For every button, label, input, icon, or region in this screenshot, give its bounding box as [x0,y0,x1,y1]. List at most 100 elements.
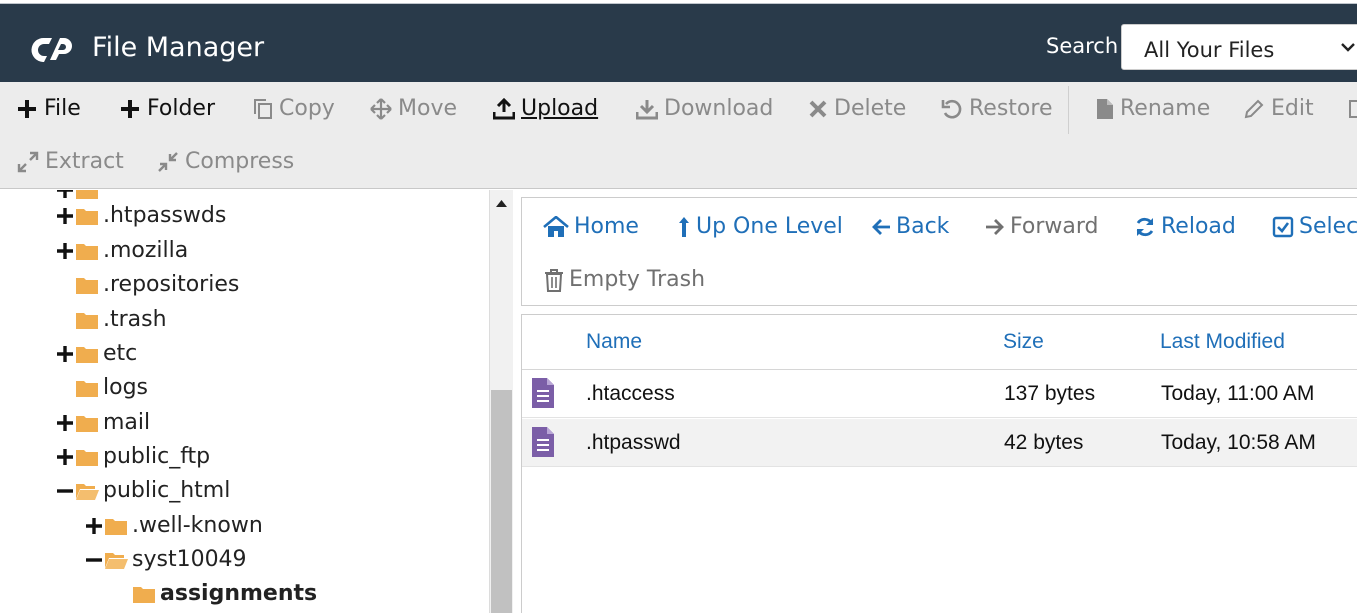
move-button[interactable]: Move [370,89,457,129]
tree-item-mozilla[interactable]: .mozilla [56,234,188,268]
tree-item-repositories[interactable]: .repositories [75,268,239,302]
restore-button[interactable]: Restore [941,89,1052,129]
new-file-label: File [44,96,81,121]
up-one-level-button[interactable]: Up One Level [677,209,843,245]
restore-label: Restore [969,96,1053,121]
trash-icon [545,269,563,292]
empty-trash-button[interactable]: Empty Trash [544,262,705,298]
app-header: File Manager Search All Your Files [0,4,1357,82]
tree-item-logs[interactable]: logs [75,371,148,405]
empty-trash-label: Empty Trash [569,267,706,292]
forward-button[interactable]: Forward [985,209,1098,245]
edit-label: Edit [1271,96,1314,121]
upload-button[interactable]: Upload [493,89,598,129]
table-header: Name Size Last Modified [522,315,1357,370]
app-title: File Manager [92,32,265,63]
rename-label: Rename [1120,96,1211,121]
edit-button[interactable]: Edit [1243,89,1314,129]
column-header-size[interactable]: Size [1003,329,1044,355]
navigation-bar: Home Up One Level Back Forward Reload Se… [521,197,1357,306]
reload-label: Reload [1161,214,1236,239]
tree-item-htpasswds[interactable]: .htpasswds [56,199,226,233]
home-icon [543,216,569,237]
file-modified: Today, 11:00 AM [1161,382,1315,405]
rename-button[interactable]: Rename [1096,89,1210,129]
tree-item-label: syst10049 [132,547,247,572]
square-icon [1349,100,1357,118]
toolbar: File Folder Copy Move Upload Download De… [0,82,1357,189]
upload-label: Upload [521,96,599,121]
level-up-icon [679,217,689,237]
file-modified: Today, 10:58 AM [1161,431,1316,454]
table-row[interactable]: .htaccess 137 bytes Today, 11:00 AM [522,370,1357,418]
file-size: 42 bytes [1004,431,1084,454]
column-header-name[interactable]: Name [586,329,642,355]
tree-item-mail[interactable]: mail [56,406,150,440]
file-name: .htpasswd [586,431,681,454]
new-folder-button[interactable]: Folder [119,89,215,129]
new-file-button[interactable]: File [16,89,81,129]
tree-item-well-known[interactable]: .well-known [85,509,263,543]
plus-icon [57,243,73,259]
folder-tree: .htpasswds .mozilla .repositories .trash… [0,190,489,613]
file-icon [1097,99,1113,119]
expand-icon [17,151,39,173]
back-button[interactable]: Back [871,209,949,245]
tree-item-label: public_ftp [103,444,211,469]
column-header-last-modified[interactable]: Last Modified [1160,329,1285,355]
tree-item-label: .repositories [103,272,240,297]
tree-item-assignments[interactable]: assignments [132,577,317,611]
tree-item-trash[interactable]: .trash [75,303,167,337]
plus-icon [57,415,73,431]
more-button[interactable] [1348,89,1357,129]
tree-item-label: .well-known [132,513,263,538]
search-scope-select[interactable]: All Your Files [1121,24,1357,70]
tree-item-etc[interactable]: etc [56,337,137,371]
tree-item-label: mail [103,410,151,435]
folder-open-icon [105,553,128,569]
up-one-level-label: Up One Level [696,214,843,239]
folder-icon [133,587,155,603]
folder-icon [76,416,98,432]
scrollbar-thumb[interactable] [491,390,512,613]
toolbar-divider [1068,86,1069,134]
folder-open-icon [76,484,99,500]
copy-icon [254,99,272,119]
tree-item-public-html[interactable]: public_html [56,474,230,508]
folder-icon [76,244,98,260]
reload-button[interactable]: Reload [1134,209,1236,245]
home-label: Home [574,214,639,239]
tree-item-syst10049[interactable]: syst10049 [85,543,247,577]
folder-icon [76,209,98,225]
home-button[interactable]: Home [543,209,639,245]
scroll-up-arrow-icon[interactable] [496,199,507,207]
pencil-icon [1244,99,1264,119]
download-button[interactable]: Download [636,89,773,129]
tree-scrollbar[interactable] [489,190,513,613]
forward-label: Forward [1010,214,1099,239]
plus-icon [57,346,73,362]
folder-icon [76,450,98,466]
folder-icon [76,381,98,397]
delete-button[interactable]: Delete [808,89,906,129]
download-icon [636,100,658,120]
copy-label: Copy [279,96,335,121]
copy-button[interactable]: Copy [253,89,335,129]
compress-button[interactable]: Compress [157,142,294,182]
extract-label: Extract [45,149,124,174]
tree-item-public-ftp[interactable]: public_ftp [56,440,210,474]
extract-button[interactable]: Extract [17,142,124,182]
minus-icon [86,558,102,562]
search-scope-value: All Your Files [1144,38,1275,62]
chevron-down-icon [1341,43,1355,52]
plus-icon [86,518,102,534]
cpanel-logo-icon [31,37,72,62]
compress-icon [158,152,178,172]
upload-icon [493,98,515,120]
text-file-icon [532,378,554,408]
select-all-button[interactable]: Select [1272,209,1357,245]
file-table: Name Size Last Modified .htaccess 137 by… [521,314,1357,613]
table-row[interactable]: .htpasswd 42 bytes Today, 10:58 AM [522,419,1357,467]
delete-icon [809,100,827,118]
download-label: Download [664,96,774,121]
